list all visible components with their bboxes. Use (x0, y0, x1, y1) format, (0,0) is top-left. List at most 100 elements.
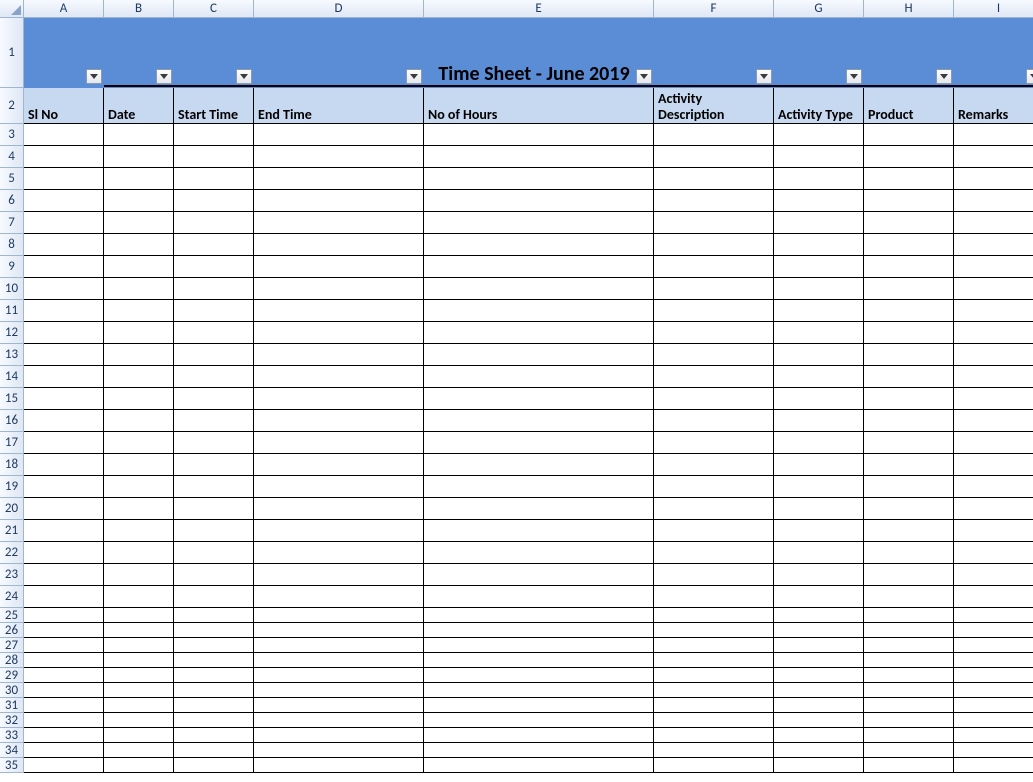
cell-E5[interactable] (424, 168, 654, 190)
filter-button-D[interactable] (406, 69, 422, 84)
cell-D15[interactable] (254, 388, 424, 410)
cell-B12[interactable] (104, 322, 174, 344)
cell-E15[interactable] (424, 388, 654, 410)
cell-C3[interactable] (174, 124, 254, 146)
cell-D28[interactable] (254, 653, 424, 668)
cell-H10[interactable] (864, 278, 954, 300)
row-header-17[interactable]: 17 (0, 432, 24, 454)
row-header-20[interactable]: 20 (0, 498, 24, 520)
cell-H33[interactable] (864, 728, 954, 743)
cell-G7[interactable] (774, 212, 864, 234)
cell-B8[interactable] (104, 234, 174, 256)
cell-F28[interactable] (654, 653, 774, 668)
cell-F4[interactable] (654, 146, 774, 168)
cell-A12[interactable] (24, 322, 104, 344)
row-header-2[interactable]: 2 (0, 88, 24, 124)
cell-D12[interactable] (254, 322, 424, 344)
cell-A20[interactable] (24, 498, 104, 520)
cell-H34[interactable] (864, 743, 954, 758)
cell-E18[interactable] (424, 454, 654, 476)
cell-D13[interactable] (254, 344, 424, 366)
cell-B21[interactable] (104, 520, 174, 542)
cell-I32[interactable] (954, 713, 1033, 728)
cell-C24[interactable] (174, 586, 254, 608)
cell-E27[interactable] (424, 638, 654, 653)
cell-H4[interactable] (864, 146, 954, 168)
row-header-27[interactable]: 27 (0, 638, 24, 653)
cell-F18[interactable] (654, 454, 774, 476)
row-header-30[interactable]: 30 (0, 683, 24, 698)
cell-E17[interactable] (424, 432, 654, 454)
filter-button-E[interactable] (636, 69, 652, 84)
header-cell-F[interactable]: Activity Description (654, 88, 774, 124)
cell-E29[interactable] (424, 668, 654, 683)
cell-F31[interactable] (654, 698, 774, 713)
cell-A33[interactable] (24, 728, 104, 743)
cell-A15[interactable] (24, 388, 104, 410)
column-header-E[interactable]: E (424, 0, 654, 18)
cell-B15[interactable] (104, 388, 174, 410)
cell-F24[interactable] (654, 586, 774, 608)
cell-A9[interactable] (24, 256, 104, 278)
cell-A32[interactable] (24, 713, 104, 728)
cell-A10[interactable] (24, 278, 104, 300)
cell-E35[interactable] (424, 758, 654, 773)
cell-H18[interactable] (864, 454, 954, 476)
cell-G31[interactable] (774, 698, 864, 713)
row-header-12[interactable]: 12 (0, 322, 24, 344)
cell-D5[interactable] (254, 168, 424, 190)
cell-A22[interactable] (24, 542, 104, 564)
cell-G10[interactable] (774, 278, 864, 300)
column-header-H[interactable]: H (864, 0, 954, 18)
cell-F20[interactable] (654, 498, 774, 520)
cell-B7[interactable] (104, 212, 174, 234)
cell-C12[interactable] (174, 322, 254, 344)
cell-D22[interactable] (254, 542, 424, 564)
cell-D8[interactable] (254, 234, 424, 256)
cell-I31[interactable] (954, 698, 1033, 713)
cell-G34[interactable] (774, 743, 864, 758)
cell-H19[interactable] (864, 476, 954, 498)
cell-G33[interactable] (774, 728, 864, 743)
cell-H23[interactable] (864, 564, 954, 586)
cell-G21[interactable] (774, 520, 864, 542)
column-header-B[interactable]: B (104, 0, 174, 18)
cell-C19[interactable] (174, 476, 254, 498)
cell-H14[interactable] (864, 366, 954, 388)
cell-H13[interactable] (864, 344, 954, 366)
cell-G22[interactable] (774, 542, 864, 564)
cell-G16[interactable] (774, 410, 864, 432)
cell-I34[interactable] (954, 743, 1033, 758)
cell-I24[interactable] (954, 586, 1033, 608)
cell-F9[interactable] (654, 256, 774, 278)
cell-E14[interactable] (424, 366, 654, 388)
cell-I27[interactable] (954, 638, 1033, 653)
title-cell-D[interactable] (254, 18, 424, 88)
row-header-10[interactable]: 10 (0, 278, 24, 300)
cell-E24[interactable] (424, 586, 654, 608)
cell-H12[interactable] (864, 322, 954, 344)
cell-B11[interactable] (104, 300, 174, 322)
cell-I13[interactable] (954, 344, 1033, 366)
title-cell-C[interactable] (174, 18, 254, 88)
filter-button-A[interactable] (86, 69, 102, 84)
cell-I25[interactable] (954, 608, 1033, 623)
cell-C16[interactable] (174, 410, 254, 432)
cell-C31[interactable] (174, 698, 254, 713)
filter-button-C[interactable] (236, 69, 252, 84)
cell-C25[interactable] (174, 608, 254, 623)
cell-A6[interactable] (24, 190, 104, 212)
header-cell-A[interactable]: Sl No (24, 88, 104, 124)
cell-D19[interactable] (254, 476, 424, 498)
cell-F5[interactable] (654, 168, 774, 190)
cell-A14[interactable] (24, 366, 104, 388)
row-header-1[interactable]: 1 (0, 18, 24, 88)
cell-I19[interactable] (954, 476, 1033, 498)
cell-G25[interactable] (774, 608, 864, 623)
cell-I9[interactable] (954, 256, 1033, 278)
row-header-16[interactable]: 16 (0, 410, 24, 432)
cell-I15[interactable] (954, 388, 1033, 410)
cell-G17[interactable] (774, 432, 864, 454)
cell-E12[interactable] (424, 322, 654, 344)
cell-D30[interactable] (254, 683, 424, 698)
